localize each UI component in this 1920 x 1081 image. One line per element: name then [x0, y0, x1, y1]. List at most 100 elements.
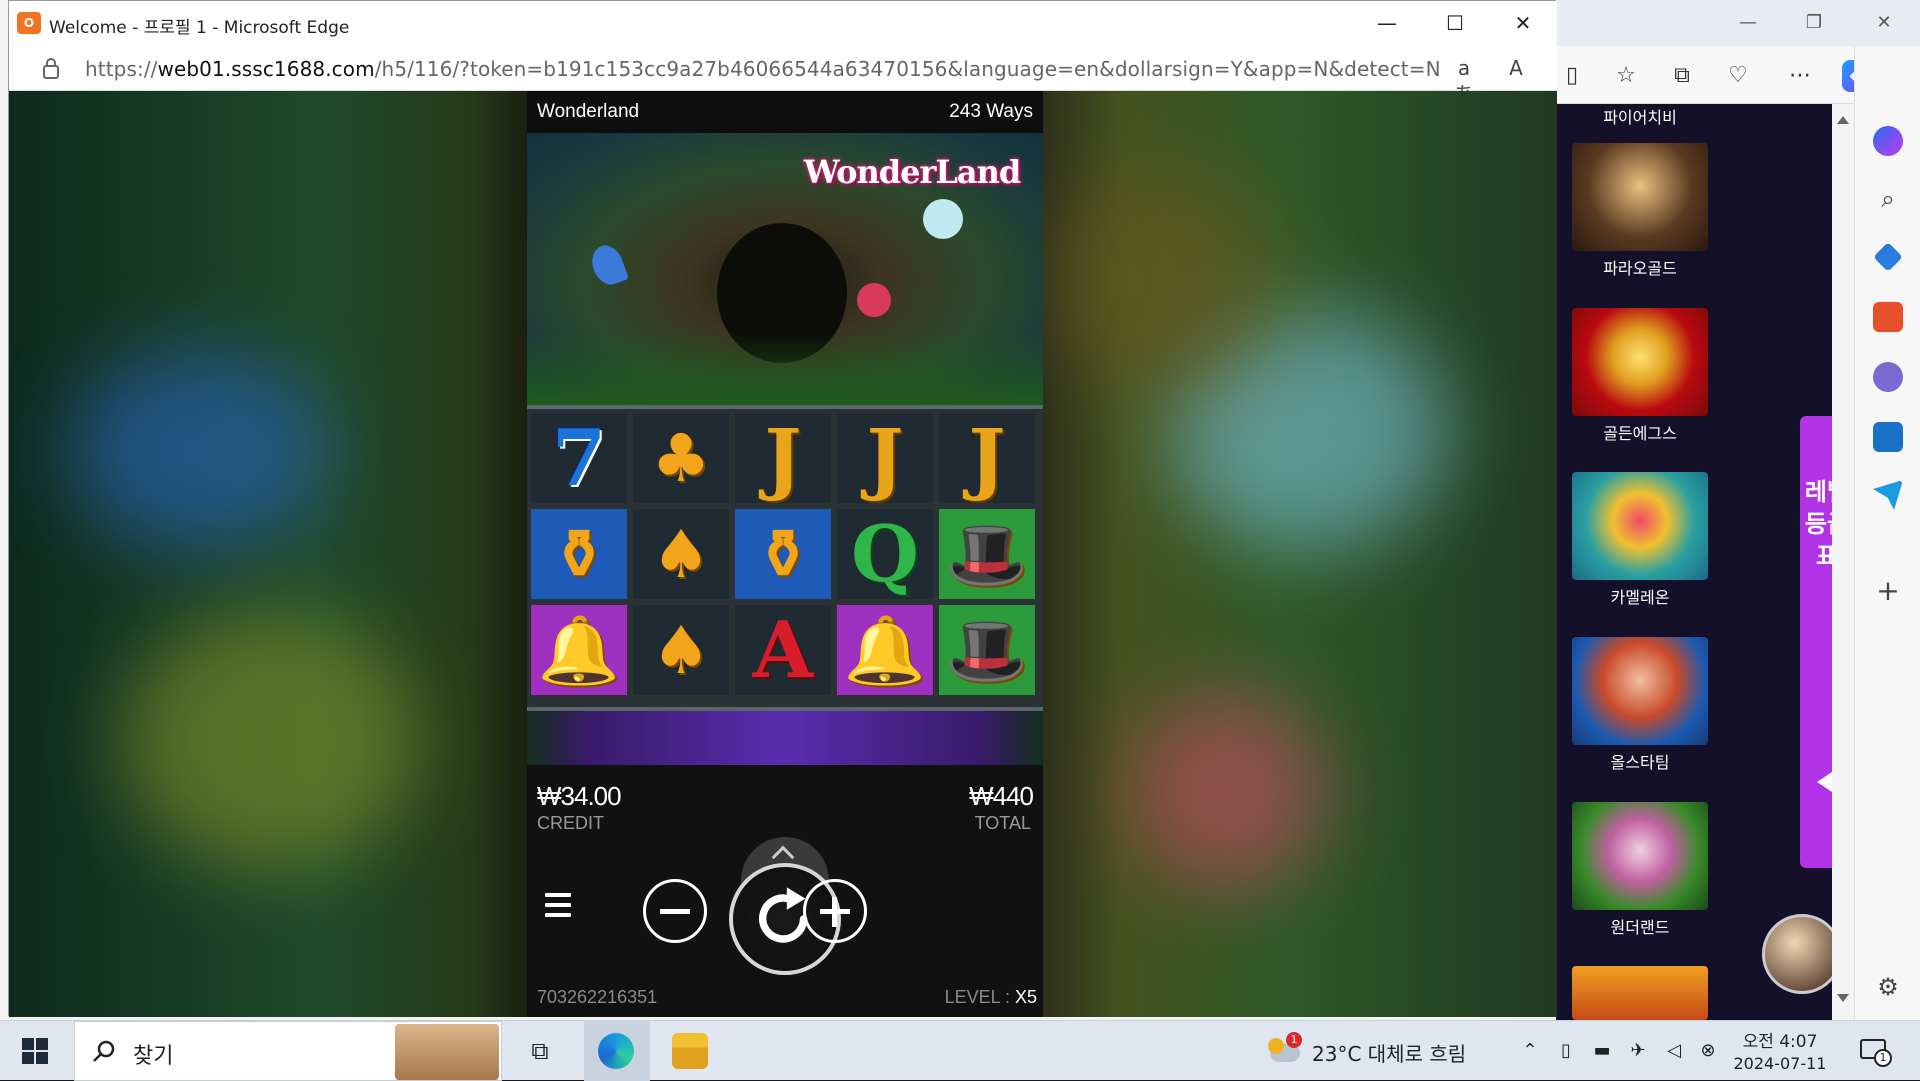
- windows-taskbar: 찾기 ⧉ 1 23°C 대체로 흐림 ⌃ ▯ ▬ ✈ ◁ ⊗ 오전 4:07 2…: [0, 1020, 1920, 1081]
- bet-level-label: LEVEL :: [944, 987, 1015, 1007]
- foliage: [527, 333, 1043, 405]
- reel-symbol-bell: 🔔: [531, 605, 627, 695]
- site-logo-icon: O: [17, 12, 41, 34]
- edge-sidebar: ⌕ + ⚙: [1854, 46, 1920, 1020]
- task-view-icon[interactable]: ⧉: [522, 1033, 558, 1069]
- game-thumbnail[interactable]: [1572, 966, 1708, 1020]
- game-list-item[interactable]: 파라오골드: [1572, 143, 1708, 279]
- reel-symbol-jack: J: [735, 413, 831, 503]
- address-bar[interactable]: https://web01.sssc1688.com/h5/116/?token…: [9, 45, 1557, 106]
- restore-icon[interactable]: ❐: [1792, 8, 1836, 38]
- decrease-bet-button[interactable]: [643, 879, 707, 943]
- send-icon[interactable]: [1873, 480, 1903, 510]
- game-list-item[interactable]: 원더랜드: [1572, 802, 1708, 938]
- outlook-icon[interactable]: [1873, 422, 1903, 452]
- game-area: Wonderland 243 Ways WonderLand 7 ♣ J J J…: [9, 91, 1557, 1017]
- weather-text[interactable]: 23°C 대체로 흐림: [1312, 1038, 1466, 1067]
- flower-icon: [857, 283, 891, 317]
- device-icon[interactable]: ▯: [1554, 1039, 1578, 1063]
- scroll-down-icon[interactable]: [1837, 994, 1849, 1002]
- increase-bet-button[interactable]: [803, 879, 867, 943]
- game-thumbnail[interactable]: [1572, 802, 1708, 910]
- bet-level: LEVEL : X5: [945, 987, 1037, 1008]
- search-highlight-image: [395, 1024, 499, 1080]
- search-icon: [93, 1040, 115, 1062]
- minimize-icon[interactable]: —: [1726, 8, 1770, 38]
- minimize-icon[interactable]: —: [1364, 9, 1410, 37]
- games-icon[interactable]: [1873, 362, 1903, 392]
- slot-game: Wonderland 243 Ways WonderLand 7 ♣ J J J…: [527, 91, 1043, 1017]
- game-name: 카멜레온: [1610, 588, 1670, 607]
- settings-icon[interactable]: ⚙: [1873, 972, 1903, 1002]
- clock-time[interactable]: 오전 4:07: [1740, 1027, 1820, 1052]
- character-avatar[interactable]: [1762, 914, 1842, 994]
- menu-icon[interactable]: [545, 893, 573, 923]
- favorites-icon[interactable]: ☆: [1610, 60, 1642, 92]
- game-scene: WonderLand: [527, 133, 1043, 405]
- read-aloud-icon[interactable]: A: [1501, 55, 1531, 81]
- close-icon[interactable]: ✕: [1500, 9, 1546, 37]
- reel-symbol-bell: 🔔: [837, 605, 933, 695]
- url-host: web01.sssc1688.com: [157, 57, 375, 81]
- notification-count: 1: [1874, 1049, 1892, 1067]
- reel-symbol-ace: A: [735, 605, 831, 695]
- tools-icon[interactable]: [1873, 302, 1903, 332]
- maximize-icon[interactable]: ☐: [1432, 9, 1478, 37]
- game-list-item[interactable]: [1572, 966, 1708, 1020]
- add-icon[interactable]: +: [1873, 576, 1903, 606]
- file-explorer-icon[interactable]: [672, 1033, 708, 1069]
- game-name: 올스타팀: [1610, 753, 1670, 772]
- game-title: Wonderland: [537, 101, 640, 122]
- weather-desc: 대체로 흐림: [1367, 1042, 1467, 1066]
- copilot-sidebar-icon[interactable]: [1873, 126, 1903, 156]
- clock-date[interactable]: 2024-07-11: [1732, 1054, 1828, 1073]
- shopping-icon[interactable]: [1873, 242, 1903, 272]
- lock-icon[interactable]: [41, 57, 61, 79]
- game-thumbnail[interactable]: [1572, 637, 1708, 745]
- notifications-icon[interactable]: 1: [1860, 1037, 1892, 1067]
- weather-icon[interactable]: 1: [1266, 1032, 1302, 1066]
- reel-symbol-hat: 🎩: [939, 509, 1035, 599]
- reel-symbol-seven: 7: [531, 413, 627, 503]
- scroll-up-icon[interactable]: [1837, 116, 1849, 124]
- bg-blur-flower: [1129, 691, 1329, 891]
- browser-essentials-icon[interactable]: ♡: [1722, 60, 1754, 92]
- win-bar: [527, 711, 1043, 765]
- edge-icon[interactable]: [598, 1033, 634, 1069]
- plus-icon-stroke: [832, 897, 837, 927]
- network-off-icon[interactable]: ⊗: [1696, 1039, 1720, 1063]
- translate-icon[interactable]: aあ: [1449, 55, 1479, 106]
- search-icon[interactable]: ⌕: [1873, 184, 1903, 214]
- taskbar-search[interactable]: 찾기: [74, 1021, 502, 1081]
- collections-icon[interactable]: ⧉: [1666, 60, 1698, 92]
- reel-symbol-spade: ♠: [633, 509, 729, 599]
- game-popup-window: O Welcome - 프로필 1 - Microsoft Edge — ☐ ✕…: [8, 0, 1557, 1017]
- game-name-top: 파이어치비: [1603, 108, 1677, 127]
- reel-symbol-jack: J: [939, 413, 1035, 503]
- show-hidden-icons-icon[interactable]: ⌃: [1518, 1039, 1542, 1063]
- windows-start-icon[interactable]: [22, 1038, 48, 1064]
- battery-icon[interactable]: ▬: [1590, 1039, 1614, 1063]
- volume-icon[interactable]: ◁: [1662, 1039, 1686, 1063]
- reel-symbol-jack: J: [837, 413, 933, 503]
- reel-symbol-spade: ♠: [633, 605, 729, 695]
- vertical-scrollbar[interactable]: [1832, 104, 1854, 1020]
- game-thumbnail[interactable]: [1572, 308, 1708, 416]
- url-prefix: https://: [85, 57, 158, 81]
- game-round-id: 703262216351: [537, 987, 658, 1007]
- split-screen-icon[interactable]: ▯: [1556, 60, 1588, 92]
- reel-symbol-queen: Q: [837, 509, 933, 599]
- popup-titlebar: O Welcome - 프로필 1 - Microsoft Edge — ☐ ✕: [9, 1, 1557, 45]
- url-text[interactable]: https://web01.sssc1688.com/h5/116/?token…: [85, 57, 1441, 81]
- more-options-icon[interactable]: ⋯: [1784, 60, 1816, 92]
- close-icon[interactable]: ✕: [1862, 8, 1906, 38]
- game-list-item[interactable]: 골든에그스: [1572, 308, 1708, 444]
- reel-symbol-urn: ⚱: [735, 509, 831, 599]
- airplane-mode-icon[interactable]: ✈: [1626, 1039, 1650, 1063]
- game-header: Wonderland 243 Ways: [527, 91, 1043, 133]
- game-list-item[interactable]: 올스타팀: [1572, 637, 1708, 773]
- game-thumbnail[interactable]: [1572, 472, 1708, 580]
- game-list-item[interactable]: 카멜레온: [1572, 472, 1708, 608]
- game-thumbnail[interactable]: [1572, 143, 1708, 251]
- bg-blur-butterfly: [69, 351, 329, 551]
